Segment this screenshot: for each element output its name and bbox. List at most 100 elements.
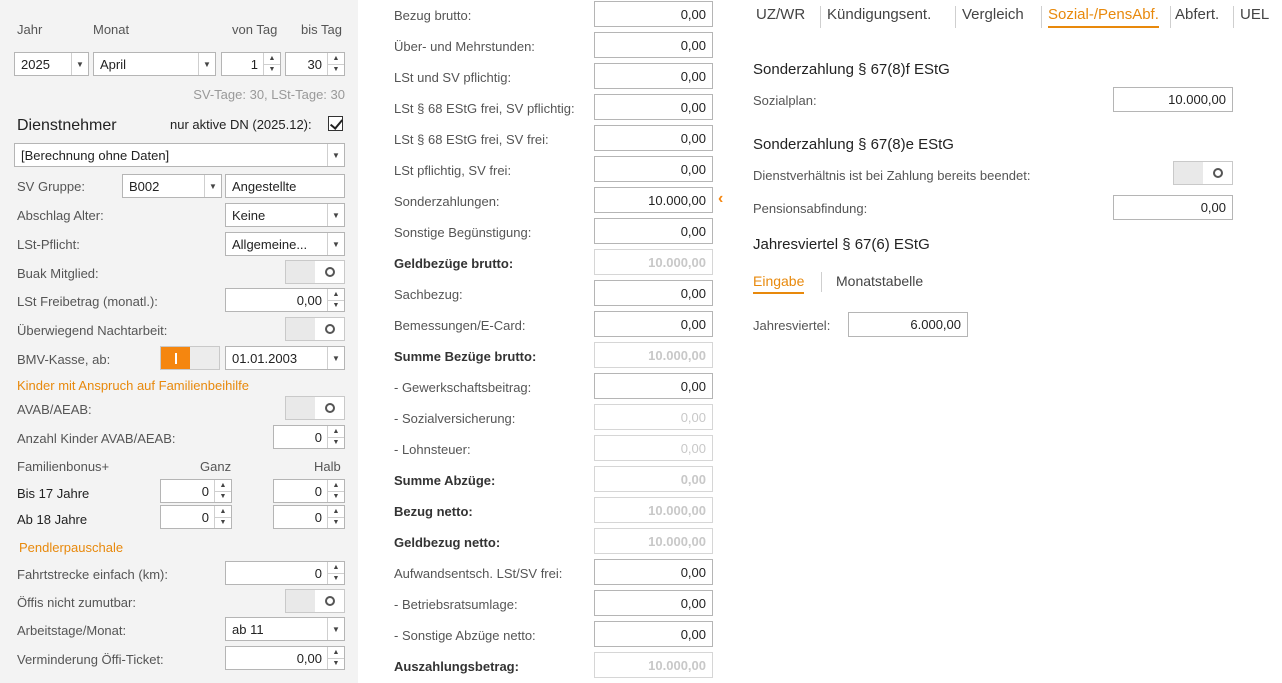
- tab-1[interactable]: UZ/WR: [756, 6, 805, 23]
- fahrtstrecke-stepper[interactable]: 0 ▲ ▼: [225, 561, 345, 585]
- arrow-down-icon[interactable]: ▼: [328, 438, 344, 449]
- toggle-off-icon: [324, 596, 335, 606]
- sv-gruppe-name-field[interactable]: Angestellte: [225, 174, 345, 198]
- toggle-off-icon: [324, 267, 335, 277]
- arrow-up-icon[interactable]: ▲: [215, 480, 231, 492]
- sv-gruppe-select[interactable]: B002 ▼: [122, 174, 222, 198]
- arrow-up-icon[interactable]: ▲: [328, 289, 344, 301]
- arrow-down-icon[interactable]: ▼: [328, 574, 344, 585]
- bezug-row-field[interactable]: 0,00: [594, 590, 713, 616]
- bis17-halb-value: 0: [314, 483, 322, 499]
- bezug-row-field[interactable]: 0,00: [594, 1, 713, 27]
- chevron-down-icon: ▼: [327, 618, 344, 640]
- monat-select[interactable]: April ▼: [93, 52, 216, 76]
- arrow-up-icon[interactable]: ▲: [264, 53, 280, 65]
- tab-separator: [819, 6, 821, 28]
- arrow-down-icon[interactable]: ▼: [264, 65, 280, 76]
- arrow-up-icon[interactable]: ▲: [328, 426, 344, 438]
- arrow-up-icon[interactable]: ▲: [328, 562, 344, 574]
- arbeitstage-label: Arbeitstage/Monat:: [17, 623, 127, 638]
- bis17-label: Bis 17 Jahre: [17, 486, 90, 501]
- bezug-row-field[interactable]: 0,00: [594, 63, 713, 89]
- arrow-down-icon[interactable]: ▼: [328, 301, 344, 312]
- employee-panel: Jahr Monat von Tag bis Tag 2025 ▼ April …: [0, 0, 358, 683]
- tab-4[interactable]: Sozial-/PensAbf.: [1048, 6, 1159, 28]
- dienstnehmer-select[interactable]: [Berechnung ohne Daten] ▼: [14, 143, 345, 167]
- bezug-row-label: Auszahlungsbetrag:: [394, 659, 519, 674]
- avab-toggle[interactable]: [285, 396, 345, 420]
- nachtarbeit-toggle[interactable]: [285, 317, 345, 341]
- sv-gruppe-value: B002: [129, 178, 160, 194]
- chevron-left-icon[interactable]: ‹: [718, 190, 723, 208]
- arrow-up-icon[interactable]: ▲: [328, 480, 344, 492]
- bezug-row-label: - Sozialversicherung:: [394, 411, 516, 426]
- anzahl-kinder-stepper[interactable]: 0 ▲ ▼: [273, 425, 345, 449]
- bezug-row-field[interactable]: 0,00: [594, 156, 713, 182]
- verminderung-stepper[interactable]: 0,00 ▲ ▼: [225, 646, 345, 670]
- buak-toggle[interactable]: [285, 260, 345, 284]
- bis-tag-stepper[interactable]: 30 ▲ ▼: [285, 52, 345, 76]
- bezug-row-label: - Gewerkschaftsbeitrag:: [394, 380, 532, 395]
- arrow-down-icon[interactable]: ▼: [328, 65, 344, 76]
- subtab-eingabe[interactable]: Eingabe: [753, 273, 805, 294]
- arrow-down-icon[interactable]: ▼: [215, 492, 231, 503]
- ab18-ganz-stepper[interactable]: 0 ▲ ▼: [160, 505, 232, 529]
- bezug-row-field[interactable]: 0,00: [594, 559, 713, 585]
- oeffis-toggle[interactable]: [285, 589, 345, 613]
- bezug-row-label: LSt § 68 EStG frei, SV frei:: [394, 132, 549, 147]
- bezug-row-field[interactable]: 0,00: [594, 125, 713, 151]
- arrow-down-icon[interactable]: ▼: [215, 518, 231, 529]
- bezug-row-field[interactable]: 0,00: [594, 218, 713, 244]
- jahresviertel-field[interactable]: 6.000,00: [848, 312, 968, 337]
- bmv-toggle[interactable]: [160, 346, 220, 370]
- arrow-up-icon[interactable]: ▲: [215, 506, 231, 518]
- anzahl-kinder-label: Anzahl Kinder AVAB/AEAB:: [17, 431, 176, 446]
- tab-separator: [1040, 6, 1042, 28]
- arrow-down-icon[interactable]: ▼: [328, 492, 344, 503]
- bezug-row-field: 0,00: [594, 466, 713, 492]
- detail-panel: UZ/WR Kündigungsent. Vergleich Sozial-/Pens…: [740, 0, 1282, 683]
- abschlag-select[interactable]: Keine ▼: [225, 203, 345, 227]
- ab18-halb-stepper[interactable]: 0 ▲ ▼: [273, 505, 345, 529]
- tab-2[interactable]: Kündigungsent.: [827, 6, 931, 23]
- bezug-row-field[interactable]: 0,00: [594, 32, 713, 58]
- bezug-row-field[interactable]: 0,00: [594, 373, 713, 399]
- subtab-monatstabelle[interactable]: Monatstabelle: [836, 273, 923, 289]
- bezug-row-label: - Lohnsteuer:: [394, 442, 471, 457]
- lst-pflicht-select[interactable]: Allgemeine... ▼: [225, 232, 345, 256]
- bezug-row-field[interactable]: 0,00: [594, 280, 713, 306]
- toggle-off-icon: [324, 324, 335, 334]
- bezug-row-field[interactable]: 0,00: [594, 621, 713, 647]
- von-tag-stepper[interactable]: 1 ▲ ▼: [221, 52, 281, 76]
- von-tag-label: von Tag: [232, 22, 278, 37]
- aktive-dn-checkbox[interactable]: [328, 116, 343, 131]
- freibetrag-value: 0,00: [296, 292, 322, 308]
- freibetrag-stepper[interactable]: 0,00 ▲ ▼: [225, 288, 345, 312]
- verminderung-label: Verminderung Öffi-Ticket:: [17, 652, 164, 667]
- arrow-up-icon[interactable]: ▲: [328, 647, 344, 659]
- arbeitstage-select[interactable]: ab 11 ▼: [225, 617, 345, 641]
- bezug-row-label: Summe Abzüge:: [394, 473, 496, 488]
- pensionsabfindung-label: Pensionsabfindung:: [753, 201, 868, 216]
- arrow-up-icon[interactable]: ▲: [328, 53, 344, 65]
- bezug-row-field[interactable]: 0,00: [594, 311, 713, 337]
- beendet-toggle[interactable]: [1173, 161, 1233, 185]
- bmv-date-select[interactable]: 01.01.2003 ▼: [225, 346, 345, 370]
- tab-separator: [954, 6, 956, 28]
- bezug-row-field[interactable]: 10.000,00: [594, 187, 713, 213]
- bis17-halb-stepper[interactable]: 0 ▲ ▼: [273, 479, 345, 503]
- pensionsabfindung-field[interactable]: 0,00: [1113, 195, 1233, 220]
- bis17-ganz-stepper[interactable]: 0 ▲ ▼: [160, 479, 232, 503]
- arrow-down-icon[interactable]: ▼: [328, 659, 344, 670]
- arrow-down-icon[interactable]: ▼: [328, 518, 344, 529]
- bmv-date-value: 01.01.2003: [232, 350, 298, 366]
- sozialplan-field[interactable]: 10.000,00: [1113, 87, 1233, 112]
- ab18-label: Ab 18 Jahre: [17, 512, 88, 527]
- jahr-select[interactable]: 2025 ▼: [14, 52, 89, 76]
- tab-5[interactable]: Abfert.: [1175, 6, 1219, 23]
- tab-6[interactable]: UEL: [1240, 6, 1269, 23]
- bezug-row-field[interactable]: 0,00: [594, 94, 713, 120]
- tab-3[interactable]: Vergleich: [962, 6, 1024, 23]
- sozialplan-label: Sozialplan:: [753, 93, 817, 108]
- arrow-up-icon[interactable]: ▲: [328, 506, 344, 518]
